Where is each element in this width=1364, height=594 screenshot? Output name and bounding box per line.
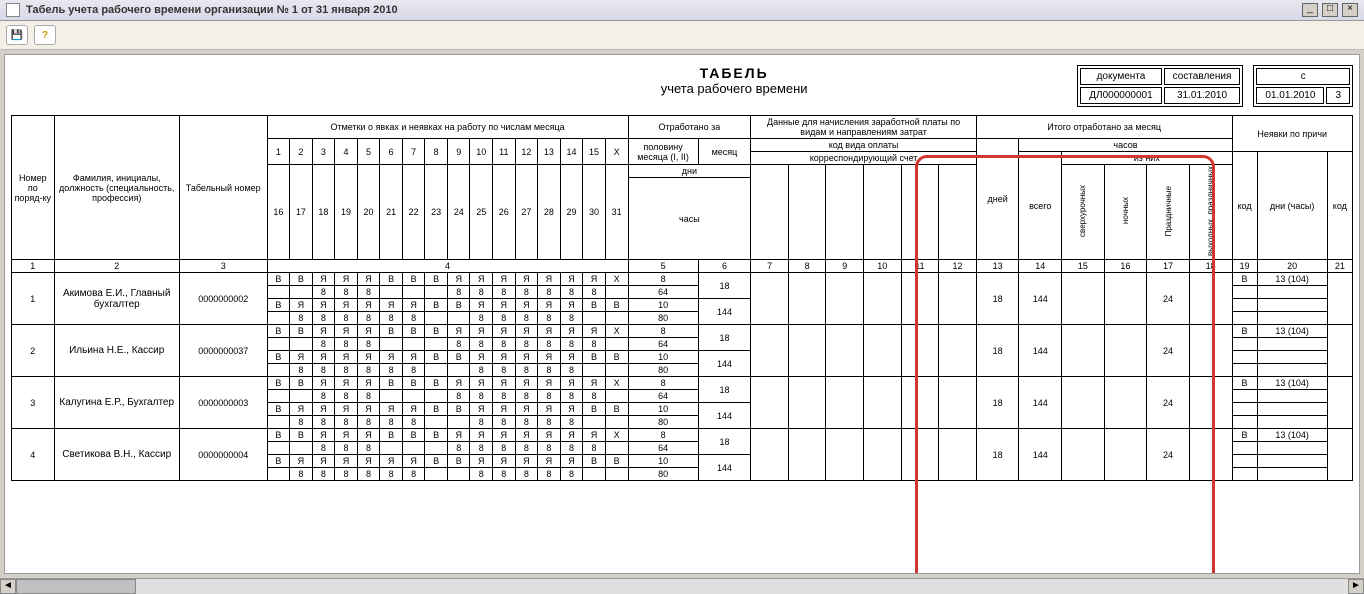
document-page[interactable]: ТАБЕЛЬ учета рабочего времени документа …: [4, 54, 1360, 574]
question-icon: ?: [42, 30, 48, 41]
window-icon: [6, 3, 20, 17]
help-button[interactable]: ?: [34, 25, 56, 45]
scroll-left-arrow[interactable]: ◄: [0, 579, 16, 594]
table-row: 4Светикова В.Н., Кассир0000000004ВВЯЯЯВВ…: [12, 429, 1353, 442]
table-row: 3Калугина Е.Р., Бухгалтер0000000003ВВЯЯЯ…: [12, 377, 1353, 390]
save-button[interactable]: 💾: [6, 25, 28, 45]
window-titlebar: Табель учета рабочего времени организаци…: [0, 0, 1364, 21]
table-row: 1Акимова Е.И., Главный бухгалтер00000000…: [12, 273, 1353, 286]
maximize-button[interactable]: □: [1322, 3, 1338, 17]
close-button[interactable]: ×: [1342, 3, 1358, 17]
scroll-thumb[interactable]: [16, 579, 136, 594]
header-info: документа составления ДЛ000000001 31.01.…: [1077, 65, 1353, 107]
minimize-button[interactable]: _: [1302, 3, 1318, 17]
horizontal-scrollbar[interactable]: ◄ ►: [0, 578, 1364, 594]
timesheet-table: Номер по поряд-куФамилия, инициалы, долж…: [11, 115, 1353, 481]
document-title: ТАБЕЛЬ учета рабочего времени: [391, 65, 1077, 96]
table-row: 2Ильина Н.Е., Кассир0000000037ВВЯЯЯВВВЯЯ…: [12, 325, 1353, 338]
toolbar: 💾 ?: [0, 21, 1364, 50]
floppy-icon: 💾: [11, 30, 23, 41]
window-title: Табель учета рабочего времени организаци…: [26, 4, 1302, 16]
scroll-right-arrow[interactable]: ►: [1348, 579, 1364, 594]
